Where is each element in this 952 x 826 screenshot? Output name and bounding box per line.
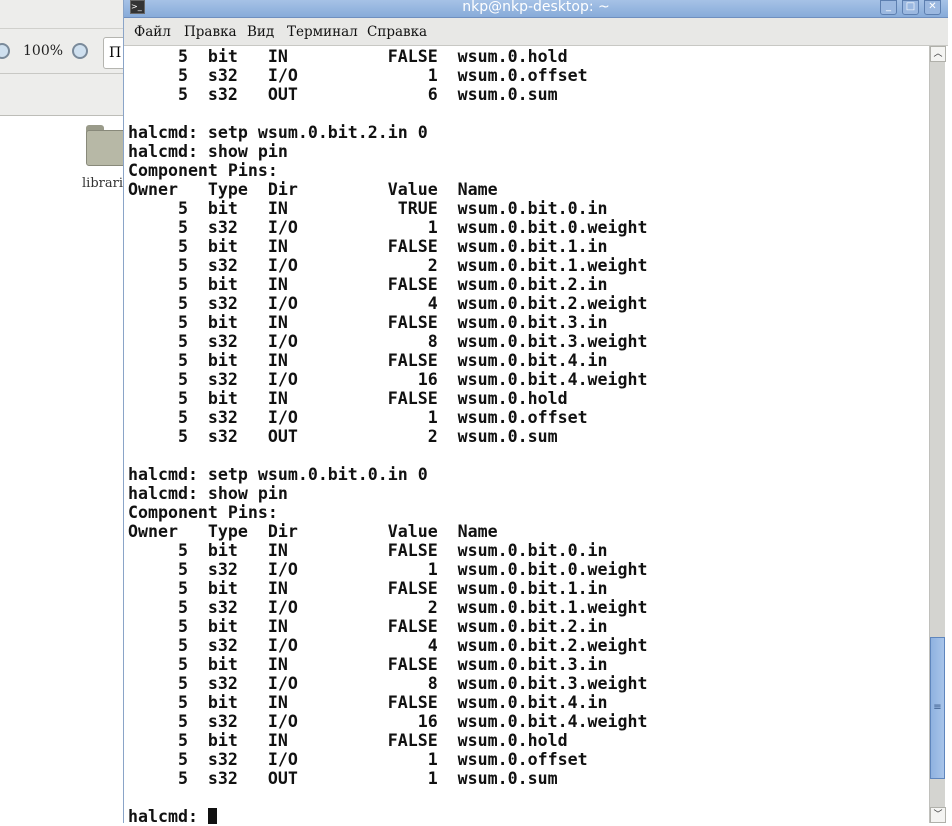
terminal-line: 5 bit IN FALSE wsum.0.bit.4.in (128, 351, 608, 370)
background-toolbar: 100% П (0, 29, 140, 74)
menu-view[interactable]: Вид (247, 24, 274, 40)
zoom-out-icon[interactable] (0, 43, 10, 59)
terminal-line: 5 bit IN FALSE wsum.0.bit.1.in (128, 579, 608, 598)
terminal-line: Component Pins: (128, 503, 278, 522)
terminal-line: 5 bit IN FALSE wsum.0.bit.2.in (128, 275, 608, 294)
menu-file[interactable]: Файл (134, 24, 171, 40)
terminal-line: 5 s32 I/O 1 wsum.0.offset (128, 750, 588, 769)
scrollbar[interactable]: ︿ ≡ ﹀ (929, 46, 946, 823)
terminal-line: halcmd: setp wsum.0.bit.2.in 0 (128, 123, 428, 142)
close-icon[interactable]: ✕ (924, 0, 941, 15)
scrollbar-thumb[interactable]: ≡ (930, 636, 945, 779)
terminal-line: 5 s32 OUT 6 wsum.0.sum (128, 85, 558, 104)
terminal-line: 5 s32 OUT 2 wsum.0.sum (128, 427, 558, 446)
terminal-line: 5 s32 I/O 2 wsum.0.bit.1.weight (128, 256, 648, 275)
zoom-in-icon[interactable] (72, 43, 88, 59)
terminal-line: 5 bit IN FALSE wsum.0.bit.3.in (128, 655, 608, 674)
terminal-line: 5 s32 I/O 4 wsum.0.bit.2.weight (128, 294, 648, 313)
terminal-line: 5 s32 OUT 1 wsum.0.sum (128, 769, 558, 788)
terminal-line: 5 s32 I/O 16 wsum.0.bit.4.weight (128, 370, 648, 389)
scroll-up-icon[interactable]: ︿ (930, 46, 946, 62)
terminal-line: 5 s32 I/O 1 wsum.0.offset (128, 408, 588, 427)
background-file-manager: 100% П librarie (0, 0, 140, 823)
window-title: nkp@nkp-desktop: ~ (462, 0, 610, 15)
text-cursor (207, 808, 217, 824)
scroll-down-icon[interactable]: ﹀ (930, 807, 946, 823)
terminal-line: Owner Type Dir Value Name (128, 180, 498, 199)
menu-edit[interactable]: Правка (184, 24, 237, 40)
terminal-line: 5 bit IN FALSE wsum.0.hold (128, 47, 568, 66)
terminal-line: halcmd: setp wsum.0.bit.0.in 0 (128, 465, 428, 484)
terminal-line: 5 s32 I/O 1 wsum.0.offset (128, 66, 588, 85)
terminal-line: 5 bit IN FALSE wsum.0.bit.3.in (128, 313, 608, 332)
terminal-line: 5 s32 I/O 2 wsum.0.bit.1.weight (128, 598, 648, 617)
prompt-line[interactable]: halcmd: (128, 807, 648, 826)
terminal-line: 5 s32 I/O 8 wsum.0.bit.3.weight (128, 332, 648, 351)
terminal-line: 5 bit IN TRUE wsum.0.bit.0.in (128, 199, 608, 218)
terminal-line: 5 bit IN FALSE wsum.0.hold (128, 389, 568, 408)
terminal-line: 5 bit IN FALSE wsum.0.hold (128, 731, 568, 750)
terminal-line: 5 bit IN FALSE wsum.0.bit.4.in (128, 693, 608, 712)
terminal-line: 5 s32 I/O 1 wsum.0.bit.0.weight (128, 560, 648, 579)
zoom-level: 100% (23, 43, 64, 59)
terminal-line: Component Pins: (128, 161, 278, 180)
terminal-line: 5 s32 I/O 16 wsum.0.bit.4.weight (128, 712, 648, 731)
terminal-line: 5 bit IN FALSE wsum.0.bit.1.in (128, 237, 608, 256)
terminal-line: 5 bit IN FALSE wsum.0.bit.2.in (128, 617, 608, 636)
terminal-line: 5 bit IN FALSE wsum.0.bit.0.in (128, 541, 608, 560)
terminal-line: 5 s32 I/O 8 wsum.0.bit.3.weight (128, 674, 648, 693)
terminal-line: halcmd: show pin (128, 484, 288, 503)
menu-help[interactable]: Справка (367, 24, 427, 40)
terminal-line: halcmd: show pin (128, 142, 288, 161)
minimize-icon[interactable]: _ (880, 0, 897, 15)
prompt: halcmd: (128, 807, 208, 826)
background-tabbar (0, 0, 123, 29)
terminal-output[interactable]: 5 bit IN FALSE wsum.0.hold 5 s32 I/O 1 w… (128, 47, 648, 826)
terminal-line: 5 s32 I/O 4 wsum.0.bit.2.weight (128, 636, 648, 655)
title-bar[interactable]: >_ nkp@nkp-desktop: ~ _ □ ✕ (124, 0, 948, 18)
terminal-window: >_ nkp@nkp-desktop: ~ _ □ ✕ Файл Правка … (123, 0, 948, 826)
menu-bar: Файл Правка Вид Терминал Справка (124, 18, 948, 46)
terminal-line: Owner Type Dir Value Name (128, 522, 498, 541)
background-toolbar-2 (0, 74, 123, 116)
maximize-icon[interactable]: □ (902, 0, 919, 15)
terminal-line: 5 s32 I/O 1 wsum.0.bit.0.weight (128, 218, 648, 237)
menu-terminal[interactable]: Терминал (287, 24, 358, 40)
